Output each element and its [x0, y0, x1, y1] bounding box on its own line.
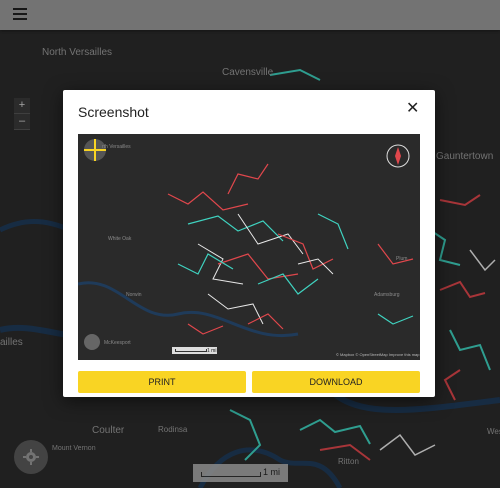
preview-label-norwin: Norwin — [126, 292, 142, 298]
preview-attribution: © Mapbox © OpenStreetMap Improve this ma… — [336, 352, 420, 357]
preview-label-mckeesport: McKeesport — [104, 340, 131, 346]
preview-label-adamsburg: Adamsburg — [374, 292, 400, 298]
screenshot-preview: rth Versailles Plum Adamsburg White Oak … — [78, 134, 420, 360]
dialog-title: Screenshot — [78, 104, 149, 120]
preview-map-graphic — [78, 139, 414, 350]
print-button[interactable]: PRINT — [78, 371, 246, 393]
preview-scale-label: 1 mi — [207, 348, 217, 354]
screenshot-dialog: Screenshot ✕ rth Versailles Plum Adamsbu… — [63, 90, 435, 397]
preview-scale-bar: 1 mi — [172, 347, 217, 354]
preview-label-plum: Plum — [396, 256, 408, 262]
preview-label-versailles: rth Versailles — [102, 144, 131, 150]
preview-label-white-oak: White Oak — [108, 236, 132, 242]
download-button[interactable]: DOWNLOAD — [252, 371, 420, 393]
close-icon[interactable]: ✕ — [406, 101, 419, 117]
